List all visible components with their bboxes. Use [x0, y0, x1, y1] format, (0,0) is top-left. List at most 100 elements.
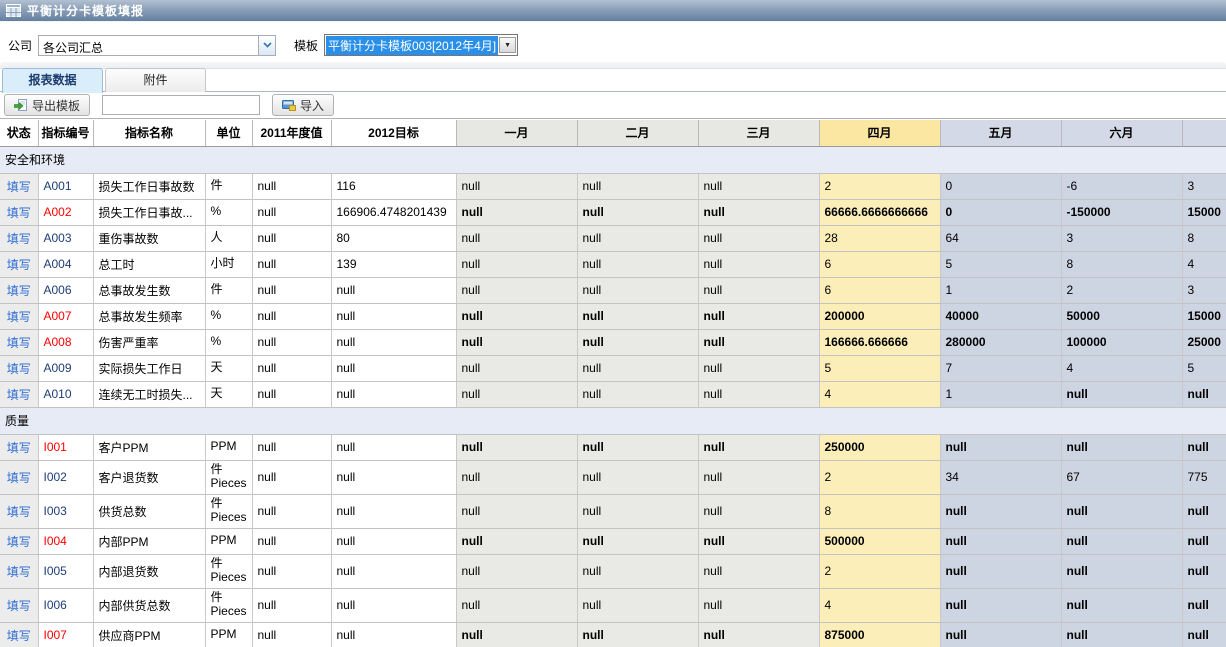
- target-2012-cell: null: [331, 622, 456, 647]
- indicator-code-cell: A010: [38, 381, 93, 407]
- fill-link[interactable]: 填写: [7, 284, 31, 298]
- month-cell: null: [940, 528, 1061, 554]
- chevron-down-icon[interactable]: [258, 36, 275, 55]
- fill-link[interactable]: 填写: [7, 535, 31, 549]
- target-2012-cell: null: [331, 329, 456, 355]
- status-cell: 填写: [0, 355, 38, 381]
- company-select[interactable]: 各公司汇总: [38, 35, 276, 56]
- target-2012-cell: null: [331, 381, 456, 407]
- fill-link[interactable]: 填写: [7, 362, 31, 376]
- month-cell: 4: [1182, 251, 1226, 277]
- col-header-mar: 三月: [698, 120, 819, 146]
- target-2012-cell: null: [331, 303, 456, 329]
- fill-link[interactable]: 填写: [7, 388, 31, 402]
- month-cell: null: [577, 251, 698, 277]
- month-cell: null: [456, 277, 577, 303]
- indicator-name-cell: 损失工作日事故数: [93, 173, 205, 199]
- value-2011-cell: null: [252, 173, 331, 199]
- col-header-jun: 六月: [1061, 120, 1182, 146]
- month-cell: null: [698, 277, 819, 303]
- col-header-2012-target: 2012目标: [331, 120, 456, 146]
- month-cell: null: [698, 355, 819, 381]
- value-2011-cell: null: [252, 251, 331, 277]
- unit-cell: 天: [205, 381, 252, 407]
- tab-attachments[interactable]: 附件: [105, 68, 206, 92]
- fill-link[interactable]: 填写: [7, 505, 31, 519]
- month-cell: null: [698, 528, 819, 554]
- month-cell: 4: [819, 381, 940, 407]
- fill-link[interactable]: 填写: [7, 441, 31, 455]
- month-cell: null: [940, 554, 1061, 588]
- month-cell: 5: [819, 355, 940, 381]
- fill-link[interactable]: 填写: [7, 599, 31, 613]
- fill-link[interactable]: 填写: [7, 565, 31, 579]
- month-cell: 7: [940, 355, 1061, 381]
- indicator-code-cell: A008: [38, 329, 93, 355]
- export-icon: [14, 99, 28, 112]
- export-template-button[interactable]: 导出模板: [4, 94, 90, 116]
- target-2012-cell: null: [331, 277, 456, 303]
- fill-link[interactable]: 填写: [7, 310, 31, 324]
- month-cell: 3: [1061, 225, 1182, 251]
- status-cell: 填写: [0, 528, 38, 554]
- month-cell: null: [577, 173, 698, 199]
- fill-link[interactable]: 填写: [7, 206, 31, 220]
- template-label: 模板: [294, 37, 318, 54]
- unit-cell: 小时: [205, 251, 252, 277]
- month-cell: 4: [1061, 355, 1182, 381]
- indicator-code-cell: I003: [38, 494, 93, 528]
- month-cell: null: [1182, 528, 1226, 554]
- status-cell: 填写: [0, 277, 38, 303]
- table-row: 填写I005内部退货数件Piecesnullnullnullnullnull2n…: [0, 554, 1226, 588]
- month-cell: null: [1061, 554, 1182, 588]
- month-cell: null: [577, 434, 698, 460]
- month-cell: null: [577, 460, 698, 494]
- table-row: 填写A001损失工作日事故数件null116nullnullnull20-63: [0, 173, 1226, 199]
- value-2011-cell: null: [252, 434, 331, 460]
- dropdown-arrow-icon[interactable]: ▼: [499, 37, 516, 53]
- month-cell: null: [456, 554, 577, 588]
- month-cell: null: [1182, 554, 1226, 588]
- fill-link[interactable]: 填写: [7, 629, 31, 643]
- filter-row: 公司 各公司汇总 模板 平衡计分卡模板003[2012年4月] ▼: [0, 22, 1226, 62]
- month-cell: null: [698, 622, 819, 647]
- status-cell: 填写: [0, 173, 38, 199]
- fill-link[interactable]: 填写: [7, 471, 31, 485]
- table-row: 填写I004内部PPMPPMnullnullnullnullnull500000…: [0, 528, 1226, 554]
- status-cell: 填写: [0, 225, 38, 251]
- import-button[interactable]: 导入: [272, 94, 334, 116]
- month-cell: null: [456, 355, 577, 381]
- month-cell: 1: [940, 277, 1061, 303]
- month-cell: null: [698, 494, 819, 528]
- indicator-name-cell: 总事故发生频率: [93, 303, 205, 329]
- table-row: 填写I007供应商PPMPPMnullnullnullnullnull87500…: [0, 622, 1226, 647]
- fill-link[interactable]: 填写: [7, 232, 31, 246]
- tab-report-data[interactable]: 报表数据: [2, 68, 103, 93]
- fill-link[interactable]: 填写: [7, 336, 31, 350]
- month-cell: 1: [940, 381, 1061, 407]
- month-cell: 280000: [940, 329, 1061, 355]
- indicator-code-cell: I007: [38, 622, 93, 647]
- fill-link[interactable]: 填写: [7, 180, 31, 194]
- indicator-name-cell: 供货总数: [93, 494, 205, 528]
- month-cell: null: [577, 588, 698, 622]
- month-cell: null: [698, 199, 819, 225]
- month-cell: null: [577, 303, 698, 329]
- status-cell: 填写: [0, 588, 38, 622]
- month-cell: null: [577, 355, 698, 381]
- table-row: 填写A010连续无工时损失...天nullnullnullnullnull41n…: [0, 381, 1226, 407]
- template-select[interactable]: 平衡计分卡模板003[2012年4月] ▼: [324, 34, 518, 56]
- status-cell: 填写: [0, 381, 38, 407]
- import-file-input[interactable]: [102, 95, 260, 115]
- target-2012-cell: null: [331, 434, 456, 460]
- table-row: 填写I002客户退货数件Piecesnullnullnullnullnull23…: [0, 460, 1226, 494]
- indicator-code-cell: I002: [38, 460, 93, 494]
- group-title: 质量: [0, 407, 1226, 434]
- month-cell: null: [456, 528, 577, 554]
- month-cell: null: [698, 303, 819, 329]
- fill-link[interactable]: 填写: [7, 258, 31, 272]
- month-cell: null: [577, 622, 698, 647]
- month-cell: 50000: [1061, 303, 1182, 329]
- month-cell: null: [577, 329, 698, 355]
- month-cell: null: [698, 251, 819, 277]
